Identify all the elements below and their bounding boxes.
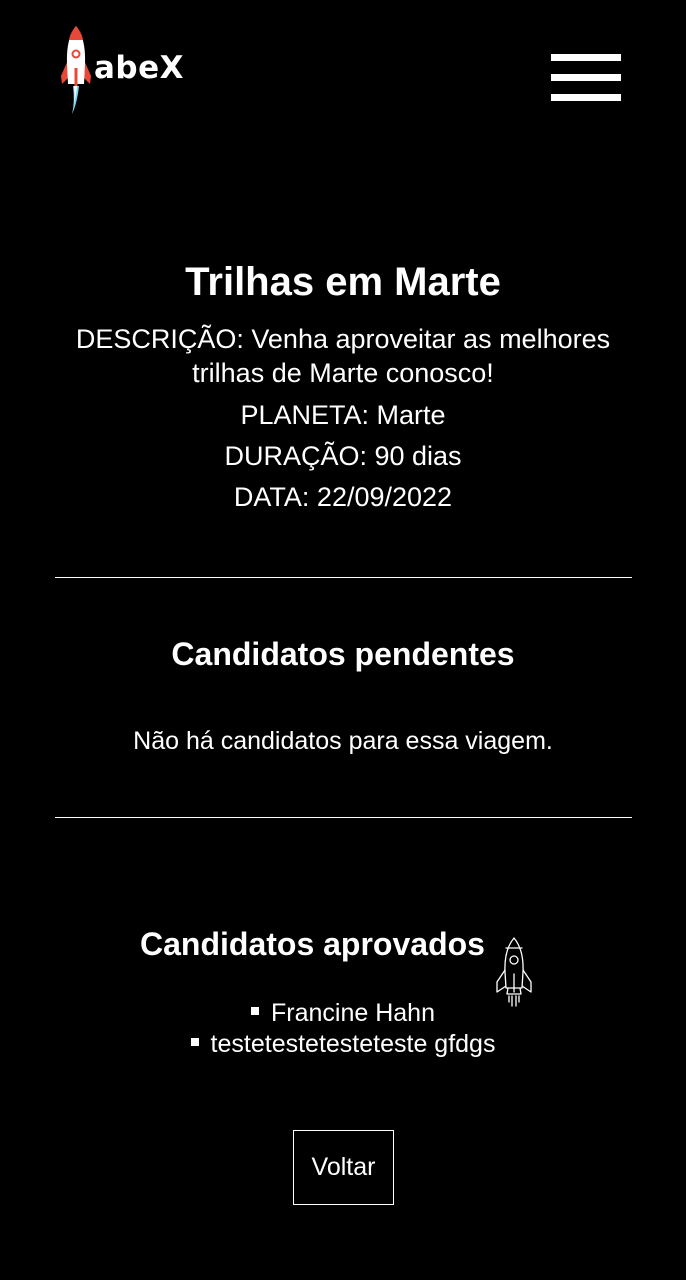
trip-date: DATA: 22/09/2022 — [233, 482, 453, 512]
list-item: Francine Hahn — [0, 998, 686, 1029]
trip-duration: DURAÇÃO: 90 dias — [224, 441, 462, 471]
bullet-icon — [251, 1007, 259, 1016]
logo-text: abeX — [94, 50, 185, 86]
divider — [55, 817, 632, 818]
trip-title: Trilhas em Marte — [185, 260, 501, 304]
candidate-name: Francine Hahn — [271, 999, 435, 1027]
bullet-icon — [190, 1038, 199, 1047]
back-button[interactable]: Voltar — [293, 1130, 394, 1205]
list-item: testetestetesteteste gfdgs — [0, 1029, 686, 1060]
divider — [55, 577, 632, 578]
header: abeX — [0, 0, 686, 130]
pending-empty-message: Não há candidatos para essa viagem. — [133, 727, 553, 755]
menu-button[interactable] — [551, 54, 621, 101]
approved-candidates-list: Francine Hahn testetestetesteteste gfdgs — [0, 998, 686, 1060]
trip-description: DESCRIÇÃO: Venha aproveitar as melhores … — [75, 324, 611, 388]
hamburger-menu-icon — [551, 54, 621, 61]
candidate-name: testetestetesteteste gfdgs — [210, 1030, 496, 1058]
pending-candidates-title: Candidatos pendentes — [171, 636, 515, 672]
trip-planet: PLANETA: Marte — [240, 400, 446, 430]
approved-candidates-title: Candidatos aprovados — [140, 926, 485, 962]
logo[interactable]: abeX — [58, 24, 198, 116]
rocket-icon — [61, 26, 91, 114]
